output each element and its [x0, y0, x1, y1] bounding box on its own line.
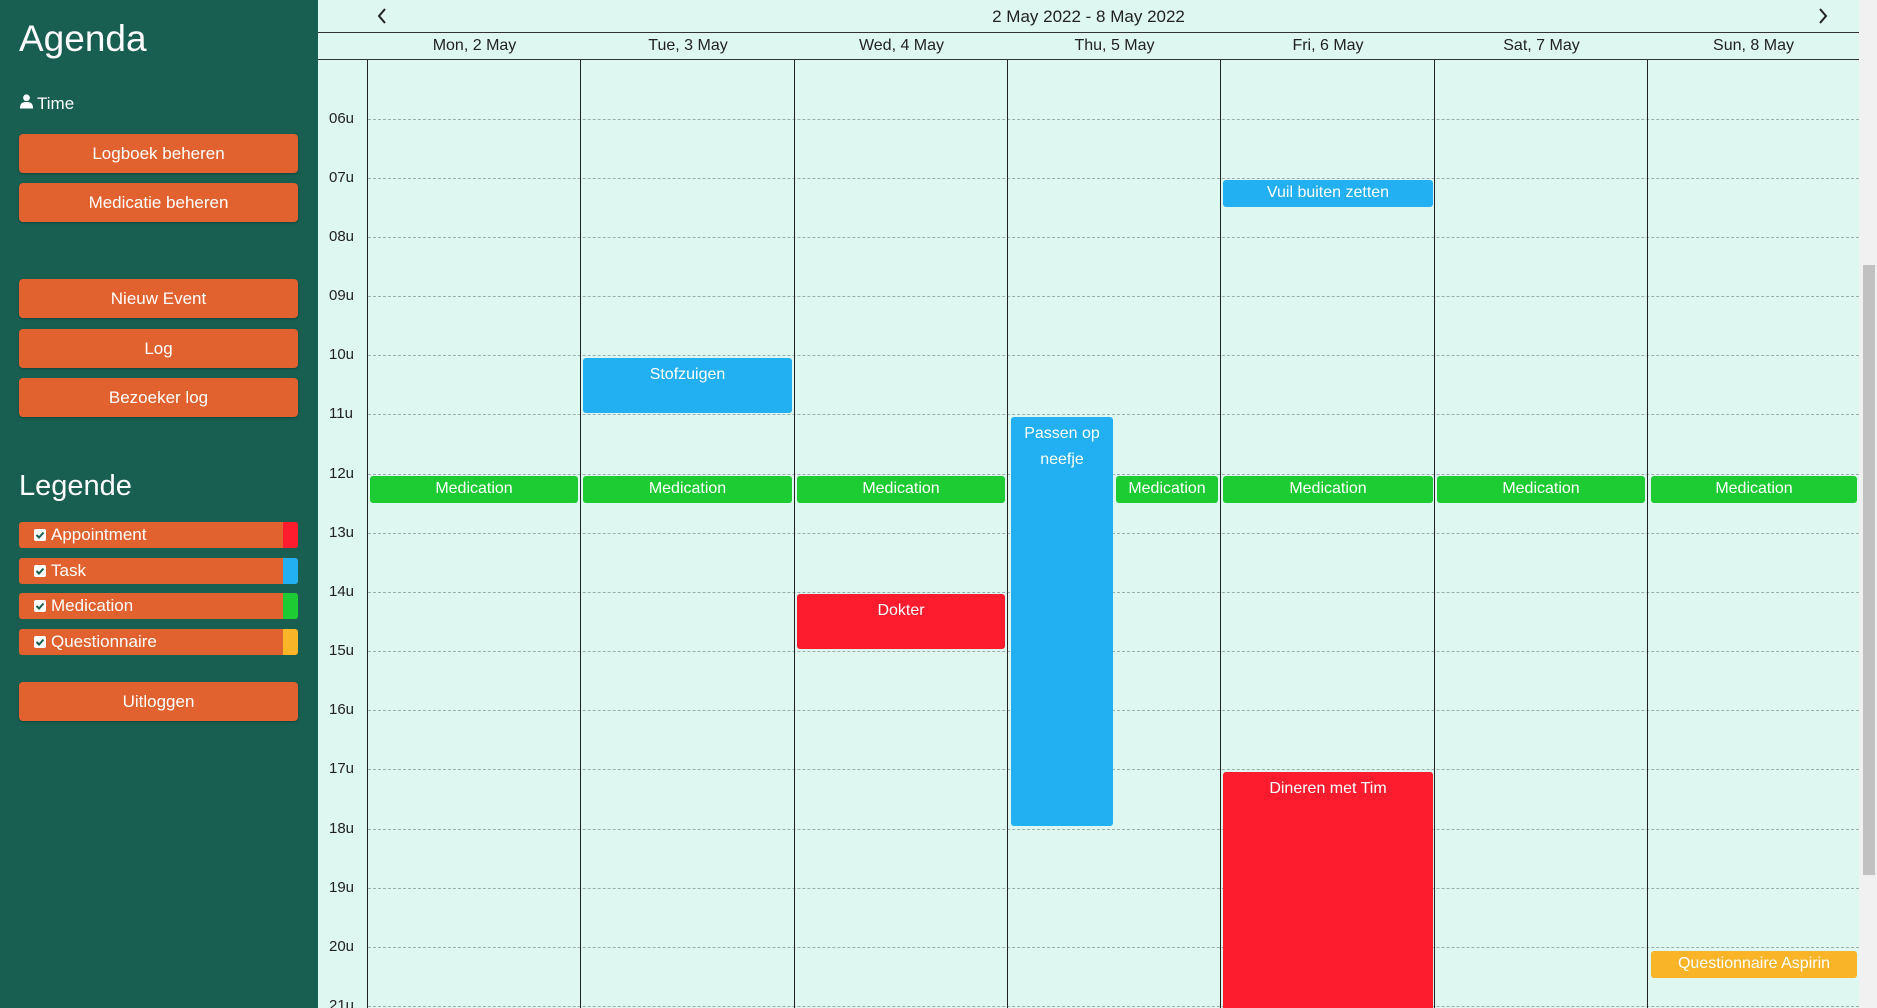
hour-label: 07u	[329, 169, 355, 186]
column-divider	[1220, 60, 1221, 1008]
legend-color-swatch	[283, 593, 298, 619]
nieuw-event-button[interactable]: Nieuw Event	[19, 279, 298, 318]
hour-line	[368, 1006, 1859, 1007]
day-header: Wed, 4 May	[858, 37, 945, 54]
hour-label: 12u	[329, 465, 355, 482]
event-medication[interactable]: Medication	[583, 476, 792, 503]
hour-line	[368, 178, 1859, 179]
date-range: 2 May 2022 - 8 May 2022	[992, 7, 1185, 26]
day-header: Mon, 2 May	[432, 37, 517, 54]
hour-label: 08u	[329, 228, 355, 245]
hour-label: 16u	[329, 701, 355, 718]
day-header: Fri, 6 May	[1292, 37, 1364, 54]
event-medication[interactable]: Medication	[1651, 476, 1857, 503]
app-title: Agenda	[19, 18, 147, 59]
hour-line	[368, 592, 1859, 593]
hour-label: 09u	[329, 287, 355, 304]
legend-color-swatch	[283, 629, 298, 655]
hour-line	[368, 237, 1859, 238]
checkbox-checked-icon[interactable]	[34, 636, 46, 648]
hour-line	[368, 769, 1859, 770]
hour-line	[368, 414, 1859, 415]
legend-appointment[interactable]: Appointment	[19, 522, 298, 548]
day-header-row: Mon, 2 May Tue, 3 May Wed, 4 May Thu, 5 …	[318, 33, 1859, 60]
hour-label: 13u	[329, 524, 355, 541]
column-divider	[367, 60, 368, 1008]
hour-label: 11u	[329, 405, 353, 422]
bezoeker-log-button[interactable]: Bezoeker log	[19, 378, 298, 417]
legend-medication[interactable]: Medication	[19, 593, 298, 619]
legend-label: Task	[51, 561, 86, 580]
hour-line	[368, 296, 1859, 297]
column-divider	[1007, 60, 1008, 1008]
legend-task[interactable]: Task	[19, 558, 298, 584]
hour-label: 19u	[329, 879, 355, 896]
hour-line	[368, 119, 1859, 120]
hour-line	[368, 651, 1859, 652]
event-medication[interactable]: Medication	[797, 476, 1005, 503]
hour-label: 17u	[329, 760, 355, 777]
chevron-right-icon[interactable]	[1811, 4, 1835, 28]
user-info: Time	[19, 93, 74, 114]
legend-label: Questionnaire	[51, 632, 157, 651]
hour-label: 18u	[329, 820, 355, 837]
legend-title: Legende	[19, 470, 132, 502]
medicatie-beheren-button[interactable]: Medicatie beheren	[19, 183, 298, 222]
event-dineren-met-tim[interactable]: Dineren met Tim	[1223, 772, 1433, 1008]
time-grid[interactable]: 05u 06u 07u 08u 09u 10u 11u 12u 13u 14u …	[318, 60, 1859, 1008]
event-stofzuigen[interactable]: Stofzuigen	[583, 358, 792, 413]
day-header: Tue, 3 May	[648, 37, 728, 54]
user-name: Time	[37, 93, 75, 113]
hour-label: 10u	[329, 346, 355, 363]
hour-label: 06u	[329, 110, 355, 127]
event-medication[interactable]: Medication	[1223, 476, 1433, 503]
hour-label: 05u	[329, 60, 354, 64]
user-icon	[19, 93, 34, 114]
hour-line	[368, 533, 1859, 534]
hour-line	[368, 829, 1859, 830]
hour-label: 21u	[329, 997, 355, 1008]
checkbox-checked-icon[interactable]	[34, 529, 46, 541]
calendar: 2 May 2022 - 8 May 2022 Mon, 2 May Tue, …	[318, 0, 1859, 1008]
sidebar: Agenda Time Logboek beheren Medicatie be…	[0, 0, 318, 1008]
event-medication[interactable]: Medication	[1116, 476, 1218, 503]
hour-line	[368, 355, 1859, 356]
scrollbar-thumb[interactable]	[1863, 265, 1875, 875]
hour-line	[368, 474, 1859, 475]
event-vuil-buiten-zetten[interactable]: Vuil buiten zetten	[1223, 180, 1433, 207]
hour-line	[368, 888, 1859, 889]
hour-line	[368, 947, 1859, 948]
event-medication[interactable]: Medication	[1437, 476, 1645, 503]
calendar-nav: 2 May 2022 - 8 May 2022	[318, 0, 1859, 33]
column-divider	[794, 60, 795, 1008]
log-button[interactable]: Log	[19, 329, 298, 368]
hour-label: 20u	[329, 938, 355, 955]
day-header: Sat, 7 May	[1503, 37, 1580, 54]
legend-color-swatch	[283, 522, 298, 548]
event-medication[interactable]: Medication	[370, 476, 578, 503]
event-questionnaire-aspirin[interactable]: Questionnaire Aspirin	[1651, 951, 1857, 978]
day-header: Sun, 8 May	[1713, 37, 1794, 54]
legend-label: Appointment	[51, 525, 147, 544]
column-divider	[1647, 60, 1648, 1008]
column-divider	[1434, 60, 1435, 1008]
hour-label: 14u	[329, 583, 355, 600]
hour-line	[368, 710, 1859, 711]
event-passen-op-neefje[interactable]: Passen op neefje	[1011, 417, 1113, 826]
legend-questionnaire[interactable]: Questionnaire	[19, 629, 298, 655]
uitloggen-button[interactable]: Uitloggen	[19, 682, 298, 721]
event-dokter[interactable]: Dokter	[797, 594, 1005, 649]
legend-color-swatch	[283, 558, 298, 584]
column-divider	[580, 60, 581, 1008]
logboek-beheren-button[interactable]: Logboek beheren	[19, 134, 298, 173]
checkbox-checked-icon[interactable]	[34, 565, 46, 577]
day-header: Thu, 5 May	[1074, 37, 1155, 54]
checkbox-checked-icon[interactable]	[34, 600, 46, 612]
legend-label: Medication	[51, 596, 134, 615]
hour-label: 15u	[329, 642, 355, 659]
scrollbar[interactable]	[1859, 0, 1877, 1008]
